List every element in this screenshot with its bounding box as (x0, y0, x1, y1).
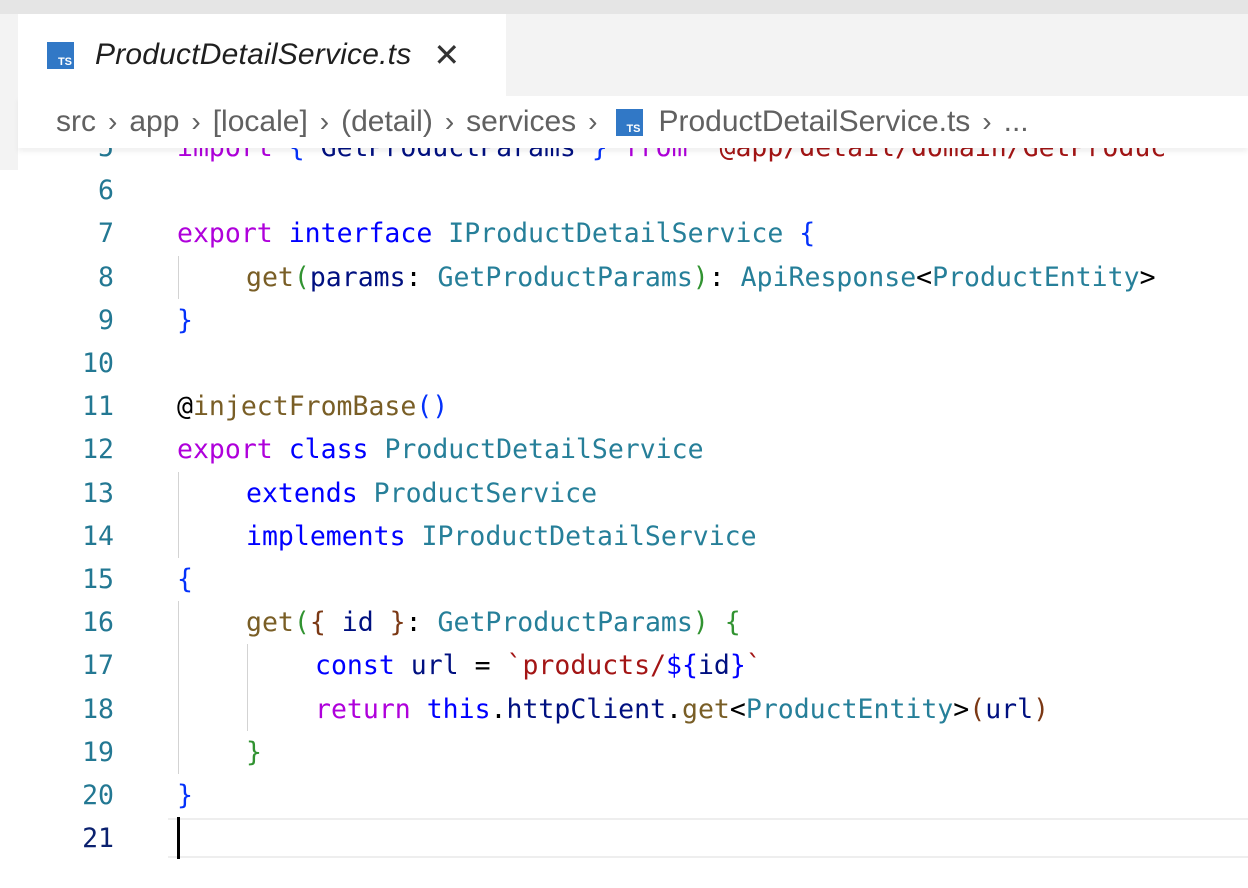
code-line-9[interactable]: 9} (18, 299, 1248, 342)
line-number: 7 (98, 218, 114, 250)
code-text: get(params: GetProductParams): ApiRespon… (246, 261, 1156, 293)
line-number: 9 (98, 304, 114, 336)
code-text: } (177, 304, 193, 336)
line-number: 16 (82, 607, 114, 639)
chevron-right-icon: › (982, 106, 992, 137)
indent-guide (247, 644, 248, 731)
line-number: 5 (18, 148, 114, 169)
code-text: return this.httpClient.get<ProductEntity… (315, 693, 1050, 725)
code-line-17[interactable]: 17 const url = `products/${id}` (18, 644, 1248, 687)
chevron-right-icon: › (588, 106, 598, 137)
typescript-file-icon: TS (615, 108, 643, 136)
code-text: const url = `products/${id}` (315, 650, 762, 682)
breadcrumb-item-app[interactable]: app (129, 105, 179, 139)
line-number: 14 (82, 520, 114, 552)
breadcrumb-item-locale[interactable]: [locale] (213, 105, 308, 139)
code-text: extends ProductService (246, 477, 598, 509)
code-text: export interface IProductDetailService { (177, 218, 816, 250)
chevron-right-icon: › (444, 106, 455, 137)
tab-product-detail-service[interactable]: TS ProductDetailService.ts ✕ (18, 14, 506, 96)
code-line-6[interactable]: 6 (18, 169, 1248, 212)
tab-title: ProductDetailService.ts (95, 38, 412, 71)
tab-bar: TS ProductDetailService.ts ✕ (18, 14, 1248, 96)
code-line-11[interactable]: 11 @injectFromBase() (18, 385, 1248, 428)
line-number: 19 (82, 736, 114, 768)
window-top-strip (0, 0, 1248, 14)
code-line-20[interactable]: 20} (18, 774, 1248, 817)
code-line-16[interactable]: 16 get({ id }: GetProductParams) { (18, 601, 1248, 644)
line-number: 13 (82, 477, 114, 509)
editor-left-strip (0, 14, 18, 170)
code-line-7[interactable]: 7 export interface IProductDetailService … (18, 212, 1248, 255)
indent-guide (178, 255, 179, 299)
typescript-file-icon: TS (47, 41, 74, 69)
breadcrumb-item-src[interactable]: src (56, 105, 96, 139)
chevron-right-icon: › (319, 106, 330, 137)
code-line-12[interactable]: 12 export class ProductDetailService (18, 428, 1248, 471)
breadcrumb-item-detail[interactable]: (detail) (341, 105, 433, 139)
chevron-right-icon: › (108, 106, 118, 137)
line-number: 11 (82, 391, 114, 423)
line-number: 15 (82, 564, 114, 595)
line-number: 12 (82, 434, 114, 466)
code-line-5[interactable]: 5 import { GetProductParams } from '@app/… (18, 148, 1248, 169)
code-line-13[interactable]: 13 extends ProductService (18, 472, 1248, 515)
code-text: implements IProductDetailService (246, 520, 757, 552)
breadcrumb-item-services[interactable]: services (466, 105, 576, 139)
code-line-18[interactable]: 18 return this.httpClient.get<ProductEnti… (18, 688, 1248, 731)
current-line-highlight (168, 818, 1248, 859)
breadcrumb-item-file[interactable]: ProductDetailService.ts (659, 105, 971, 139)
code-line-8[interactable]: 8 get(params: GetProductParams): ApiRespo… (18, 256, 1248, 299)
breadcrumb-ellipsis[interactable]: ... (1004, 105, 1029, 139)
code-text: { (177, 564, 193, 595)
code-text: get({ id }: GetProductParams) { (246, 607, 741, 639)
code-text: @injectFromBase() (177, 391, 449, 423)
code-text: export class ProductDetailService (177, 434, 704, 466)
code-text: import { GetProductParams } from '@app/d… (177, 148, 1166, 169)
line-number: 20 (82, 780, 114, 811)
line-number: 10 (82, 348, 114, 379)
indent-guide (178, 471, 179, 558)
line-number: 21 (82, 823, 114, 855)
code-text: } (246, 736, 262, 768)
text-cursor (177, 817, 180, 860)
code-line-21[interactable]: 21 (18, 817, 1248, 860)
line-number: 17 (82, 650, 114, 682)
code-line-15[interactable]: 15 { (18, 558, 1248, 601)
chevron-right-icon: › (191, 106, 201, 137)
code-text: } (177, 780, 193, 811)
code-editor[interactable]: 5 import { GetProductParams } from '@app/… (18, 148, 1248, 888)
indent-guide (178, 601, 179, 774)
close-icon[interactable]: ✕ (433, 39, 460, 71)
code-line-10[interactable]: 10 (18, 342, 1248, 385)
code-line-14[interactable]: 14 implements IProductDetailService (18, 515, 1248, 558)
code-line-19[interactable]: 19} (18, 731, 1248, 774)
line-number: 18 (82, 693, 114, 725)
line-number: 6 (98, 175, 114, 207)
breadcrumb: src › app › [locale] › (detail) › servic… (18, 96, 1248, 148)
line-number: 8 (98, 261, 114, 293)
